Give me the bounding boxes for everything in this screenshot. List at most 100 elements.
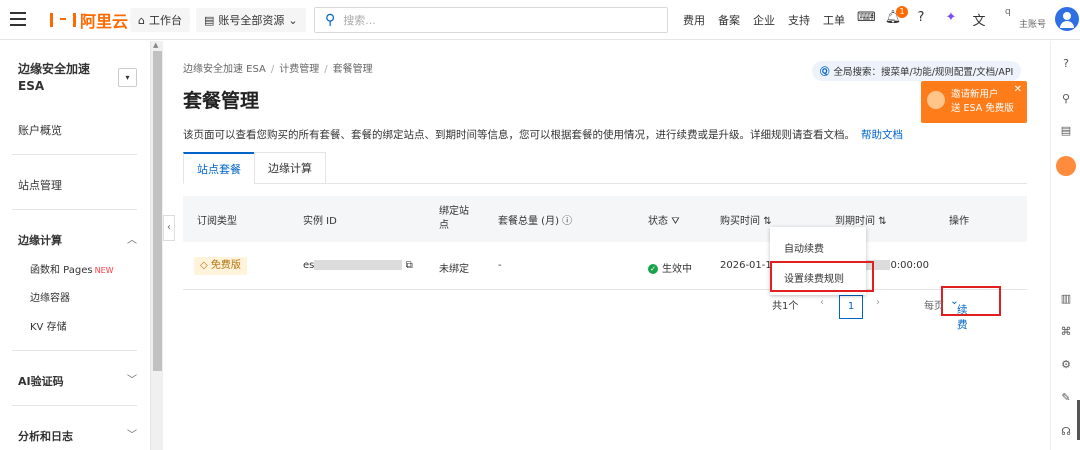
nav-icp[interactable]: 备案 [718, 12, 740, 28]
sidebar-item-functions[interactable]: 函数和 Pages NEW [30, 261, 114, 276]
renew-button[interactable]: 续费 ⌄ [941, 286, 1001, 331]
copy-icon[interactable]: ⧉ [406, 260, 413, 271]
breadcrumb-separator: / [270, 64, 275, 75]
page-description: 该页面可以查看您购买的所有套餐、套餐的绑定站点、到期时间等信息，您可以根据套餐的… [183, 127, 903, 142]
gift-icon [927, 91, 945, 109]
scroll-thumb[interactable] [153, 51, 162, 371]
gift-icon[interactable] [1056, 156, 1076, 176]
resources-label: 账号全部资源 [218, 14, 285, 27]
ai-assistant-icon[interactable]: ✦ [942, 10, 960, 28]
new-badge: NEW [94, 266, 114, 275]
pagination-total: 共1个 [772, 301, 799, 312]
page-title: 套餐管理 [183, 90, 260, 112]
top-bar: 阿里云 ⌂ 工作台 ▤ 账号全部资源 ⌄ ⚲ 搜索... 费用 备案 企业 支持 工单 … [0, 0, 1080, 40]
collapse-sidebar-button[interactable]: ‹ [163, 215, 175, 241]
check-icon: ✓ [648, 264, 658, 274]
sidebar-item-containers[interactable]: 边缘容器 [30, 289, 70, 304]
sidebar-item-edge-compute[interactable]: 边缘计算 [18, 232, 62, 248]
breadcrumb-item[interactable]: 计费管理 [279, 64, 319, 75]
bookmark-icon[interactable]: ▥ [1058, 291, 1074, 307]
resources-dropdown[interactable]: ▤ 账号全部资源 ⌄ [196, 8, 306, 32]
sidebar-item-kv[interactable]: KV 存储 [30, 318, 67, 333]
logo-mark [50, 13, 76, 27]
status-badge: ✓ 生效中 [648, 260, 692, 275]
sort-icon[interactable]: ⇅ [878, 216, 886, 227]
renew-label: 续费 ⌄ [950, 295, 968, 331]
col-status-label: 状态 [648, 216, 668, 227]
tab-edge-compute[interactable]: 边缘计算 [254, 152, 326, 184]
divider [12, 405, 137, 406]
product-title: 边缘安全加速 ESA [18, 62, 91, 93]
language-icon[interactable]: 文 [970, 10, 988, 29]
code-icon[interactable]: ⌘ [1058, 324, 1074, 340]
workbench-button[interactable]: ⌂ 工作台 [130, 8, 190, 32]
nav-support[interactable]: 支持 [788, 12, 810, 28]
tab-site-plans[interactable]: 站点套餐 [183, 152, 255, 184]
chevron-down-icon[interactable]: ﹀ [127, 426, 137, 441]
filter-icon[interactable]: ⛛ [671, 216, 679, 227]
plan-type: 免费版 [210, 260, 241, 271]
promo-line1: 邀请新用户 [951, 89, 999, 100]
menu-icon[interactable] [10, 12, 26, 26]
col-purchase-label: 购买时间 [720, 216, 760, 227]
avatar[interactable] [1055, 7, 1079, 31]
nav-enterprise[interactable]: 企业 [753, 12, 775, 28]
col-instance-id: 实例 ID [303, 216, 337, 227]
help-doc-link[interactable]: 帮助文档 [861, 129, 903, 141]
list-icon: ▤ [204, 13, 215, 27]
search-icon: Ⓠ [820, 67, 830, 78]
col-expire-time: 到期时间 ⇅ [835, 212, 887, 227]
col-purchase-time: 购买时间 ⇅ [720, 212, 772, 227]
scroll-up-icon[interactable]: ▲ [153, 41, 158, 49]
aliyun-logo[interactable]: 阿里云 [50, 9, 128, 31]
sidebar-item-sites[interactable]: 站点管理 [18, 177, 62, 193]
menu-item-auto-renew[interactable]: 自动续费 [784, 240, 824, 255]
purchase-time-text: 2026-01-1 [720, 260, 772, 271]
help-icon[interactable]: ? [1058, 56, 1074, 72]
document-icon[interactable]: ▤ [1058, 123, 1074, 139]
next-page-button[interactable]: › [876, 297, 880, 308]
col-total-label: 套餐总量 (月) [498, 216, 559, 227]
chevron-up-icon[interactable]: ︿ [127, 231, 137, 246]
tab-bar: 站点套餐 边缘计算 [183, 152, 1027, 184]
col-actions: 操作 [949, 216, 969, 227]
nav-billing[interactable]: 费用 [683, 12, 705, 28]
col-expire-label: 到期时间 [835, 216, 875, 227]
prev-page-button[interactable]: ‹ [820, 297, 824, 308]
divider [12, 154, 137, 155]
info-icon[interactable]: ⓘ [562, 216, 572, 227]
workbench-label: 工作台 [148, 14, 182, 27]
settings-icon[interactable]: ⚙ [1058, 357, 1074, 373]
search-icon[interactable]: ⚲ [1058, 91, 1074, 107]
status-text: 生效中 [662, 264, 692, 275]
headset-icon[interactable]: ☊ [1058, 424, 1074, 440]
chevron-down-icon: ⌄ [288, 13, 298, 27]
nav-ticket[interactable]: 工单 [823, 12, 845, 28]
global-search-button[interactable]: Ⓠ 全局搜索：搜菜单/功能/规则配置/文档/API [812, 61, 1022, 81]
sidebar-item-logs[interactable]: 分析和日志 [18, 428, 73, 444]
help-icon[interactable]: ? [912, 10, 930, 28]
sidebar-item-captcha[interactable]: AI验证码 [18, 373, 64, 389]
breadcrumb-separator: / [324, 64, 328, 75]
description-text: 该页面可以查看您购买的所有套餐、套餐的绑定站点、到期时间等信息，您可以根据套餐的… [183, 129, 855, 141]
breadcrumb-item[interactable]: 边缘安全加速 ESA [183, 64, 266, 75]
breadcrumb-item: 套餐管理 [332, 64, 373, 75]
user-info[interactable]: q 主账号 [1005, 6, 1046, 32]
page-1-button[interactable]: 1 [839, 295, 863, 319]
sidebar-item-overview[interactable]: 账户概览 [18, 122, 62, 138]
menu-item-renew-rules[interactable]: 设置续费规则 [784, 270, 844, 285]
chevron-down-icon[interactable]: ﹀ [127, 371, 137, 386]
terminal-icon[interactable]: ⌨ [857, 10, 876, 28]
page-size-label[interactable]: 每页 [924, 297, 944, 312]
right-toolbar: ? ⚲ ▤ ▥ ⌘ ⚙ ✎ ☊ [1050, 41, 1080, 450]
sidebar-scrollbar[interactable]: ▲ [150, 41, 163, 450]
sort-icon[interactable]: ⇅ [763, 216, 771, 227]
search-icon: ⚲ [325, 12, 336, 28]
product-switch-dropdown[interactable]: ▾ [118, 68, 137, 87]
edit-icon[interactable]: ✎ [1058, 390, 1074, 406]
expire-time-suffix: 0:00:00 [890, 260, 930, 271]
close-icon[interactable]: ✕ [1014, 84, 1022, 95]
col-total: 套餐总量 (月) ⓘ [498, 212, 572, 227]
promo-banner[interactable]: 邀请新用户送 ESA 免费版 ✕ [921, 81, 1027, 123]
search-input[interactable]: ⚲ 搜索... [314, 7, 668, 33]
